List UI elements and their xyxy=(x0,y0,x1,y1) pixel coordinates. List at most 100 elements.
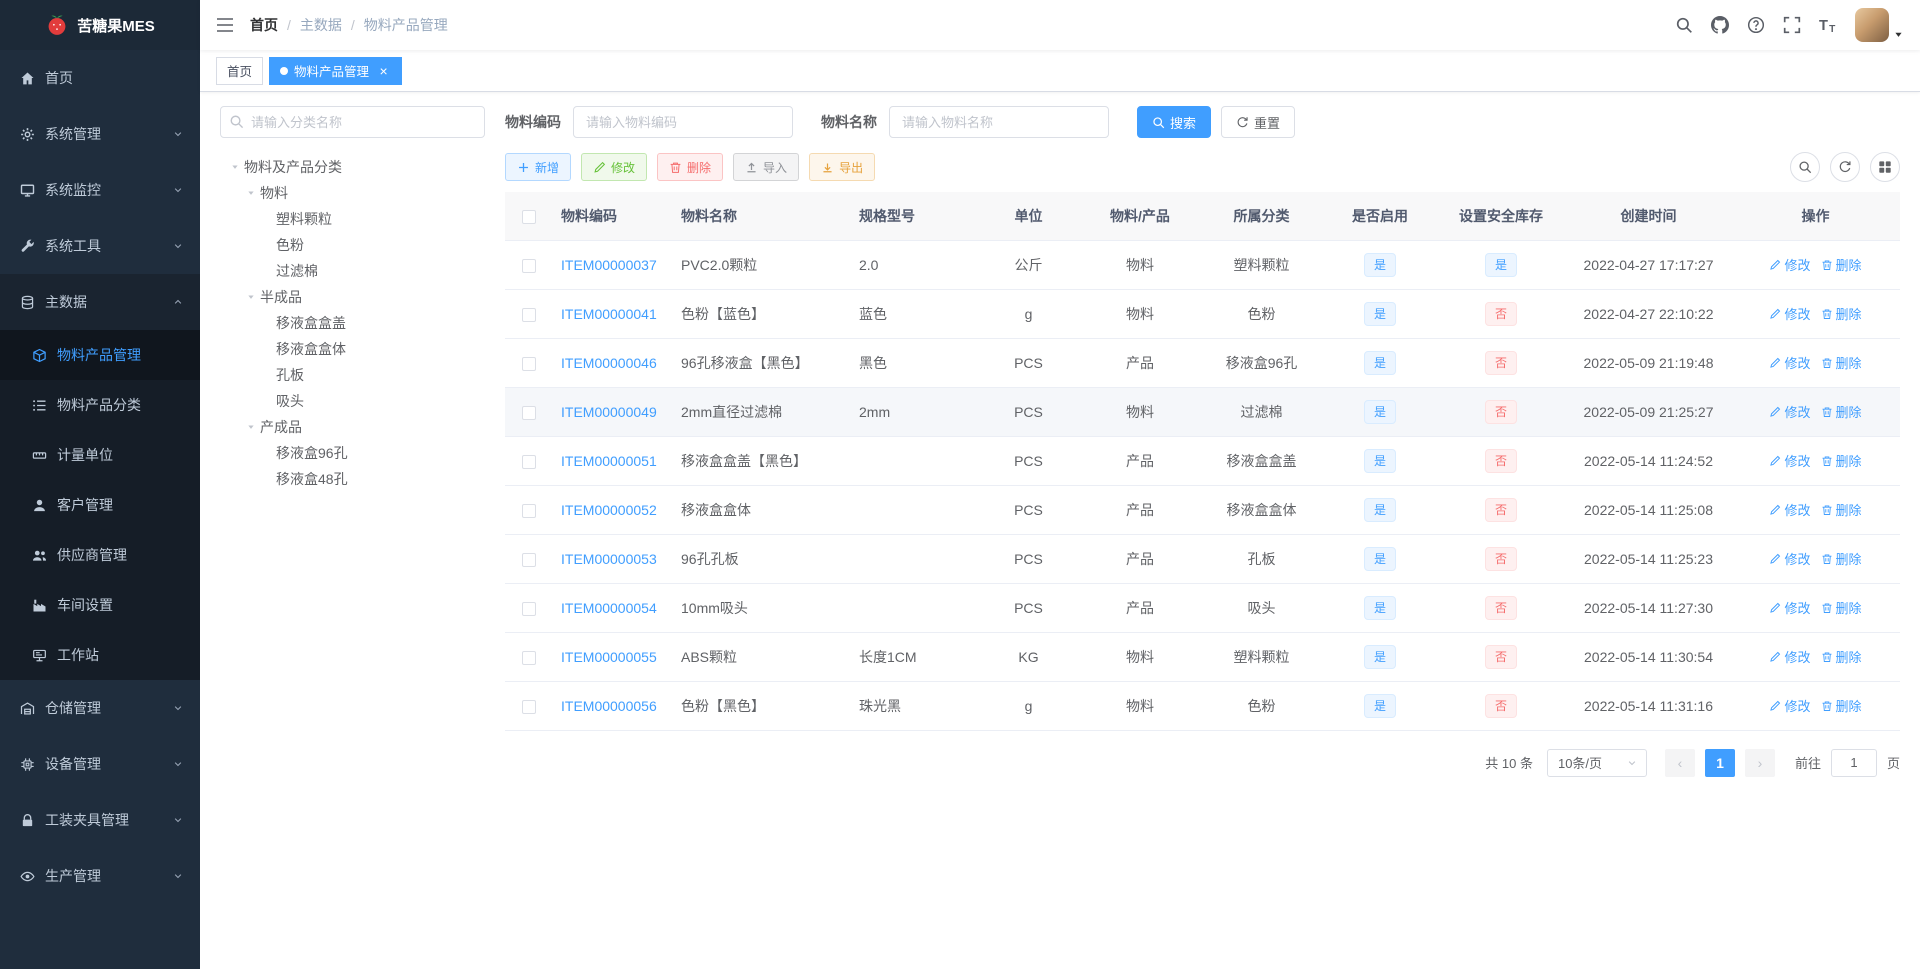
material-code-link[interactable]: ITEM00000051 xyxy=(561,453,657,469)
tree-node[interactable]: 移液盒96孔 xyxy=(220,440,485,466)
table-row[interactable]: ITEM00000037 PVC2.0颗粒 2.0 公斤 物料 塑料颗粒 是 是 2022-04… xyxy=(505,240,1900,290)
table-row[interactable]: ITEM00000053 96孔孔板 PCS 产品 孔板 是 否 2022-05-14 11:… xyxy=(505,534,1900,584)
delete-link[interactable]: 删除 xyxy=(1821,451,1862,470)
font-size-icon[interactable]: TT xyxy=(1819,16,1837,34)
sidebar-item-measurement-unit[interactable]: 计量单位 xyxy=(0,430,200,480)
material-code-link[interactable]: ITEM00000053 xyxy=(561,551,657,567)
material-code-link[interactable]: ITEM00000052 xyxy=(561,502,657,518)
material-code-link[interactable]: ITEM00000056 xyxy=(561,698,657,714)
table-row[interactable]: ITEM00000041 色粉【蓝色】 蓝色 g 物料 色粉 是 否 2022-04-27 22… xyxy=(505,289,1900,339)
delete-link[interactable]: 删除 xyxy=(1821,549,1862,568)
material-code-input[interactable] xyxy=(573,106,793,138)
table-row[interactable]: ITEM00000049 2mm直径过滤棉 2mm PCS 物料 过滤棉 是 否 2022-05… xyxy=(505,387,1900,437)
table-row[interactable]: ITEM00000054 10mm吸头 PCS 产品 吸头 是 否 2022-05-14 11… xyxy=(505,583,1900,633)
delete-link[interactable]: 删除 xyxy=(1821,696,1862,715)
sidebar-item-equipment-management[interactable]: 设备管理 xyxy=(0,736,200,792)
tree-node[interactable]: 半成品 xyxy=(220,284,485,310)
row-checkbox[interactable] xyxy=(522,356,536,371)
tab-material-product-management[interactable]: 物料产品管理 × xyxy=(269,56,403,85)
material-code-link[interactable]: ITEM00000055 xyxy=(561,649,657,665)
row-checkbox[interactable] xyxy=(522,307,536,322)
table-row[interactable]: ITEM00000052 移液盒盒体 PCS 产品 移液盒盒体是否 2022-05-14 … xyxy=(505,485,1900,535)
app-logo[interactable]: 苦糖果MES xyxy=(0,0,200,50)
sidebar-item-production-management[interactable]: 生产管理 xyxy=(0,848,200,904)
sidebar-item-material-product-category[interactable]: 物料产品分类 xyxy=(0,380,200,430)
table-row[interactable]: ITEM00000046 96孔移液盒【黑色】 黑色 PCS 产品 移液盒96孔 是 否 202… xyxy=(505,338,1900,388)
delete-link[interactable]: 删除 xyxy=(1821,402,1862,421)
sidebar-item-system-monitor[interactable]: 系统监控 xyxy=(0,162,200,218)
goto-page-input[interactable] xyxy=(1830,748,1877,777)
row-checkbox[interactable] xyxy=(522,699,536,714)
delete-link[interactable]: 删除 xyxy=(1821,500,1862,519)
sidebar-item-home[interactable]: 首页 xyxy=(0,50,200,106)
tree-node[interactable]: 产成品 xyxy=(220,414,485,440)
row-checkbox[interactable] xyxy=(522,552,536,567)
toggle-search-button[interactable] xyxy=(1790,152,1820,182)
tree-node[interactable]: 移液盒盒盖 xyxy=(220,310,485,336)
tree-node[interactable]: 过滤棉 xyxy=(220,258,485,284)
sidebar-item-customer-management[interactable]: 客户管理 xyxy=(0,480,200,530)
row-checkbox[interactable] xyxy=(522,405,536,420)
material-name-input[interactable] xyxy=(889,106,1109,138)
delete-button[interactable]: 删除 xyxy=(657,153,724,181)
delete-link[interactable]: 删除 xyxy=(1821,255,1862,274)
sidebar-item-workshop-settings[interactable]: 车间设置 xyxy=(0,580,200,630)
import-button[interactable]: 导入 xyxy=(733,153,800,181)
page-1-button[interactable]: 1 xyxy=(1704,748,1735,777)
row-checkbox[interactable] xyxy=(522,503,536,518)
refresh-table-button[interactable] xyxy=(1830,152,1860,182)
delete-link[interactable]: 删除 xyxy=(1821,304,1862,323)
material-code-link[interactable]: ITEM00000041 xyxy=(561,306,657,322)
tree-node[interactable]: 塑料颗粒 xyxy=(220,206,485,232)
row-checkbox[interactable] xyxy=(522,258,536,273)
edit-link[interactable]: 修改 xyxy=(1769,353,1811,372)
delete-link[interactable]: 删除 xyxy=(1821,598,1862,617)
row-checkbox[interactable] xyxy=(522,454,536,469)
tree-node[interactable]: 移液盒盒体 xyxy=(220,336,485,362)
prev-page-button[interactable]: ‹ xyxy=(1664,748,1695,777)
sidebar-item-system-management[interactable]: 系统管理 xyxy=(0,106,200,162)
material-code-link[interactable]: ITEM00000054 xyxy=(561,600,657,616)
search-icon[interactable] xyxy=(1675,16,1693,34)
tree-node[interactable]: 色粉 xyxy=(220,232,485,258)
search-button[interactable]: 搜索 xyxy=(1137,106,1212,138)
edit-link[interactable]: 修改 xyxy=(1769,549,1811,568)
table-row[interactable]: ITEM00000056 色粉【黑色】 珠光黑 g 物料 色粉 是 否 2022-05-14 1… xyxy=(505,681,1900,731)
sidebar-item-material-product-management[interactable]: 物料产品管理 xyxy=(0,330,200,380)
tree-node[interactable]: 孔板 xyxy=(220,362,485,388)
tree-node[interactable]: 吸头 xyxy=(220,388,485,414)
edit-link[interactable]: 修改 xyxy=(1769,598,1811,617)
material-code-link[interactable]: ITEM00000037 xyxy=(561,257,657,273)
tree-node[interactable]: 物料 xyxy=(220,180,485,206)
next-page-button[interactable]: › xyxy=(1744,748,1775,777)
table-row[interactable]: ITEM00000055 ABS颗粒 长度1CM KG 物料 塑料颗粒 是 否 2022-05-… xyxy=(505,632,1900,682)
edit-link[interactable]: 修改 xyxy=(1769,402,1811,421)
sidebar-item-warehouse-management[interactable]: 仓储管理 xyxy=(0,680,200,736)
tree-node[interactable]: 移液盒48孔 xyxy=(220,466,485,492)
page-size-select[interactable]: 10条/页 xyxy=(1546,748,1647,777)
sidebar-item-fixture-management[interactable]: 工装夹具管理 xyxy=(0,792,200,848)
column-visibility-button[interactable] xyxy=(1870,152,1900,182)
edit-link[interactable]: 修改 xyxy=(1769,304,1811,323)
close-icon[interactable]: × xyxy=(376,63,391,78)
edit-link[interactable]: 修改 xyxy=(1769,647,1811,666)
sidebar-item-workstation[interactable]: 工作站 xyxy=(0,630,200,680)
row-checkbox[interactable] xyxy=(522,601,536,616)
table-row[interactable]: ITEM00000051 移液盒盒盖【黑色】 PCS 产品 移液盒盒盖 是 否 2022-05… xyxy=(505,436,1900,486)
breadcrumb-item[interactable]: 首页 xyxy=(250,15,278,35)
row-checkbox[interactable] xyxy=(522,650,536,665)
question-icon[interactable] xyxy=(1747,16,1765,34)
hamburger-icon[interactable] xyxy=(216,16,242,34)
select-all-checkbox[interactable] xyxy=(522,209,536,224)
edit-button[interactable]: 修改 xyxy=(581,153,648,181)
add-button[interactable]: 新增 xyxy=(505,153,572,181)
github-icon[interactable] xyxy=(1711,16,1729,34)
sidebar-item-master-data[interactable]: 主数据 xyxy=(0,274,200,330)
edit-link[interactable]: 修改 xyxy=(1769,500,1811,519)
edit-link[interactable]: 修改 xyxy=(1769,451,1811,470)
reset-button[interactable]: 重置 xyxy=(1221,106,1296,138)
delete-link[interactable]: 删除 xyxy=(1821,353,1862,372)
user-avatar-dropdown[interactable] xyxy=(1855,8,1904,42)
sidebar-item-supplier-management[interactable]: 供应商管理 xyxy=(0,530,200,580)
edit-link[interactable]: 修改 xyxy=(1769,255,1811,274)
